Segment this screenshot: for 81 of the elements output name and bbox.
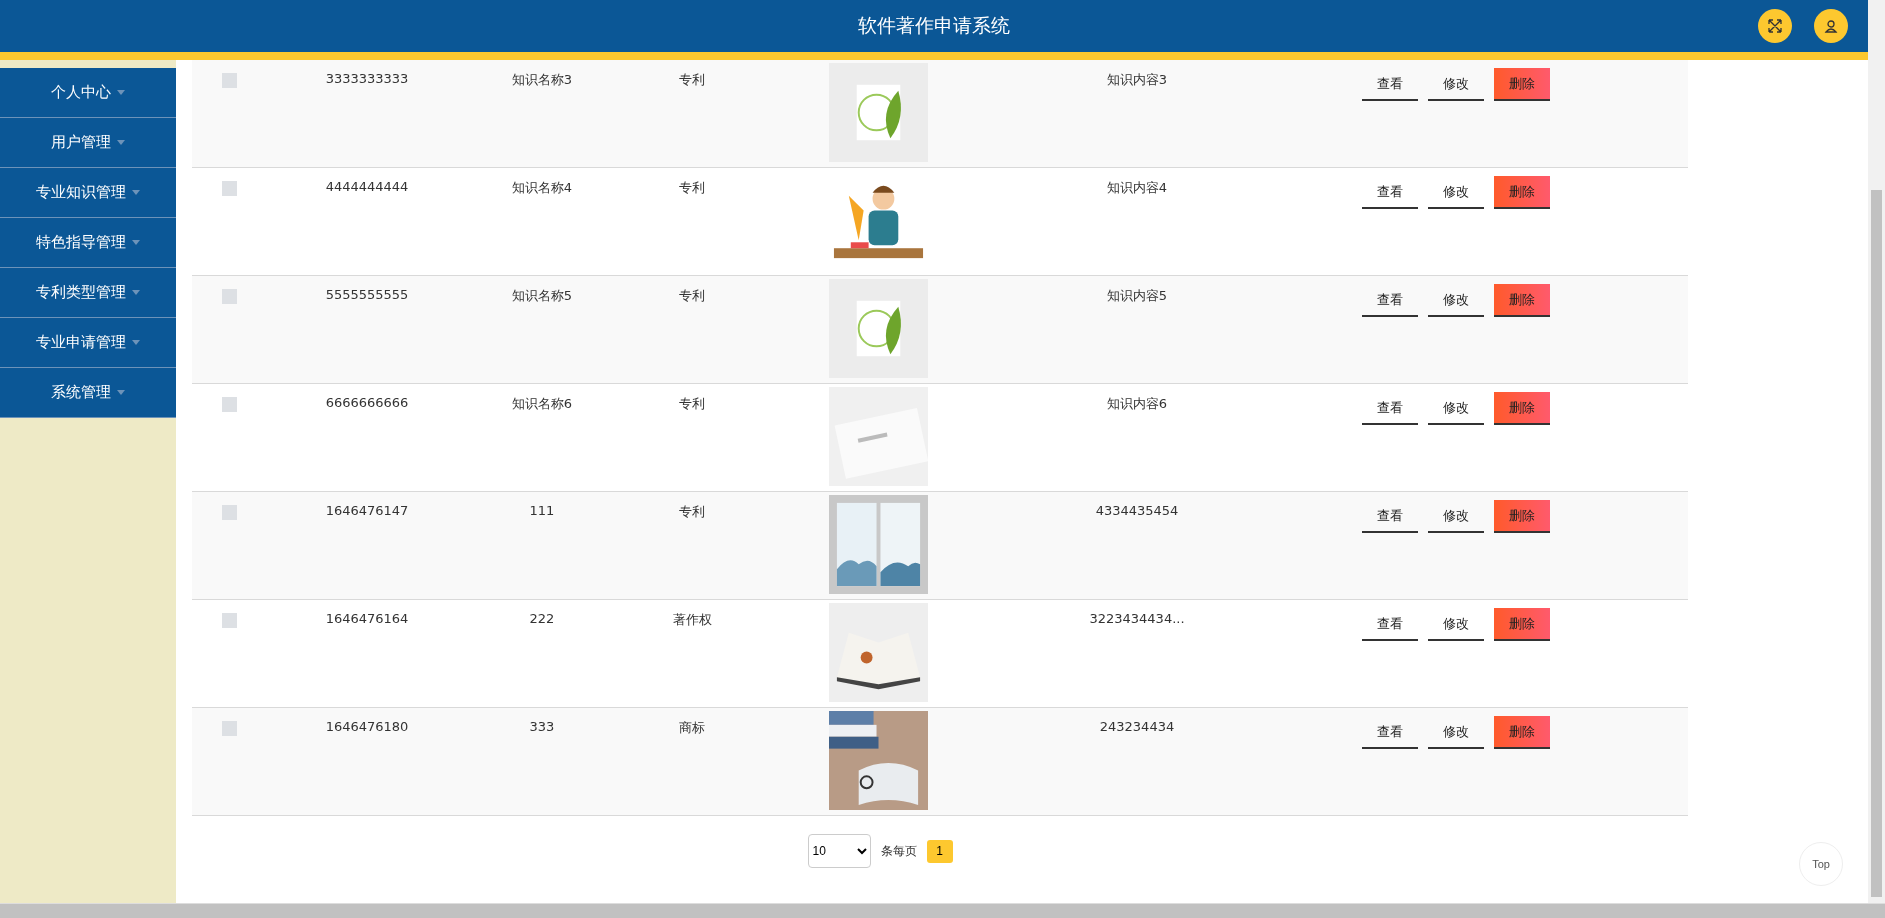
row-checkbox[interactable]	[222, 181, 237, 196]
delete-button[interactable]: 删除	[1494, 500, 1550, 533]
table-cell-text: 3223434434...	[1088, 610, 1186, 626]
per-page-label: 条每页	[880, 842, 917, 860]
table-cell-text: 专利	[678, 503, 706, 521]
delete-button[interactable]: 删除	[1494, 176, 1550, 209]
table-cell-text: 6666666666	[324, 394, 410, 410]
row-checkbox[interactable]	[222, 721, 237, 736]
view-button[interactable]: 查看	[1362, 284, 1418, 317]
table-cell-text: 专利	[678, 287, 706, 305]
edit-button[interactable]: 修改	[1428, 500, 1484, 533]
caret-icon	[117, 390, 125, 395]
view-button[interactable]: 查看	[1362, 392, 1418, 425]
table-cell-text: 4444444444	[324, 178, 410, 194]
delete-button[interactable]: 删除	[1494, 716, 1550, 749]
vertical-scrollbar[interactable]	[1868, 0, 1885, 903]
sidebar-item[interactable]: 用户管理	[0, 118, 176, 168]
table-cell-text: 333	[528, 718, 556, 734]
view-button[interactable]: 查看	[1362, 176, 1418, 209]
row-checkbox[interactable]	[222, 505, 237, 520]
table-cell-text: 专利	[678, 395, 706, 413]
horizontal-scrollbar[interactable]	[0, 903, 1885, 918]
sidebar-item[interactable]: 个人中心	[0, 68, 176, 118]
delete-button[interactable]: 删除	[1494, 608, 1550, 641]
fullscreen-button[interactable]	[1758, 9, 1792, 43]
table-cell-text: 1646476147	[324, 502, 410, 518]
row-checkbox[interactable]	[222, 73, 237, 88]
table-cell-text: 111	[528, 502, 556, 518]
view-button[interactable]: 查看	[1362, 500, 1418, 533]
caret-icon	[132, 290, 140, 295]
view-button[interactable]: 查看	[1362, 716, 1418, 749]
table-cell-text: 知识名称6	[510, 395, 574, 413]
edit-button[interactable]: 修改	[1428, 176, 1484, 209]
table-cell-text: 243234434	[1098, 718, 1176, 734]
table-cell-text: 专利	[678, 71, 706, 89]
delete-button[interactable]: 删除	[1494, 68, 1550, 101]
expand-icon	[1768, 19, 1782, 33]
table-cell-text: 著作权	[671, 611, 713, 629]
table-cell-text: 知识内容3	[1105, 71, 1169, 89]
edit-button[interactable]: 修改	[1428, 284, 1484, 317]
back-to-top-button[interactable]: Top	[1799, 842, 1843, 886]
row-checkbox[interactable]	[222, 613, 237, 628]
edit-button[interactable]: 修改	[1428, 608, 1484, 641]
sidebar-item[interactable]: 专业知识管理	[0, 168, 176, 218]
table-cell-text: 1646476180	[324, 718, 410, 734]
table-cell-text: 知识内容4	[1105, 179, 1169, 197]
row-checkbox[interactable]	[222, 397, 237, 412]
table-cell-text: 知识名称3	[510, 71, 574, 89]
sidebar-item[interactable]: 特色指导管理	[0, 218, 176, 268]
table-cell-text: 5555555555	[324, 286, 410, 302]
table-cell-text: 222	[528, 610, 556, 626]
caret-icon	[132, 340, 140, 345]
user-button[interactable]	[1814, 9, 1848, 43]
user-icon	[1824, 19, 1838, 33]
table-cell-text: 知识名称4	[510, 179, 574, 197]
app-title: 软件著作申请系统	[858, 13, 1010, 38]
page-size-select[interactable]: 10	[807, 834, 871, 868]
edit-button[interactable]: 修改	[1428, 392, 1484, 425]
row-checkbox[interactable]	[222, 289, 237, 304]
table-cell-text: 3333333333	[324, 70, 410, 86]
view-button[interactable]: 查看	[1362, 608, 1418, 641]
table-cell-text: 商标	[678, 719, 706, 737]
edit-button[interactable]: 修改	[1428, 716, 1484, 749]
table-cell-text: 专利	[678, 179, 706, 197]
sidebar-item[interactable]: 专利类型管理	[0, 268, 176, 318]
caret-icon	[117, 140, 125, 145]
table-cell-text: 4334435454	[1094, 502, 1180, 518]
edit-button[interactable]: 修改	[1428, 68, 1484, 101]
caret-icon	[117, 90, 125, 95]
view-button[interactable]: 查看	[1362, 68, 1418, 101]
table-cell-text: 知识内容6	[1105, 395, 1169, 413]
sidebar-item[interactable]: 系统管理	[0, 368, 176, 418]
caret-icon	[132, 240, 140, 245]
delete-button[interactable]: 删除	[1494, 284, 1550, 317]
table-cell-text: 知识内容5	[1105, 287, 1169, 305]
page-button[interactable]: 1	[926, 839, 953, 863]
table-cell-text: 知识名称5	[510, 287, 574, 305]
delete-button[interactable]: 删除	[1494, 392, 1550, 425]
sidebar-item[interactable]: 专业申请管理	[0, 318, 176, 368]
table-cell-text: 1646476164	[324, 610, 410, 626]
caret-icon	[132, 190, 140, 195]
